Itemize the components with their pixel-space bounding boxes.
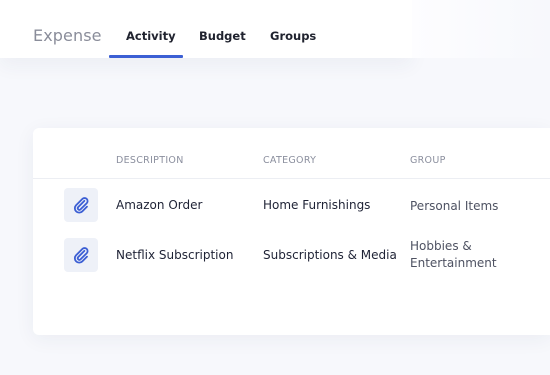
row-description: Netflix Subscription [116, 248, 234, 262]
active-tab-indicator [109, 55, 183, 58]
app-logo: Expense [33, 26, 102, 45]
row-description: Amazon Order [116, 198, 203, 212]
attachment-button[interactable] [64, 188, 98, 222]
column-header-category[interactable]: CATEGORY [263, 155, 316, 166]
header-fade [412, 0, 550, 58]
row-category: Subscriptions & Media [263, 248, 397, 262]
paperclip-icon [73, 197, 89, 214]
row-group: Hobbies & Entertainment [410, 239, 497, 270]
table-row[interactable]: Netflix Subscription Subscriptions & Med… [33, 236, 550, 276]
header-divider [33, 178, 550, 179]
paperclip-icon [73, 247, 89, 264]
tab-budget[interactable]: Budget [199, 29, 246, 43]
column-header-description[interactable]: DESCRIPTION [116, 155, 184, 166]
transactions-card: DESCRIPTION CATEGORY GROUP Amazon Order … [33, 128, 550, 335]
attachment-button[interactable] [64, 238, 98, 272]
row-group: Personal Items [410, 199, 499, 213]
tab-activity[interactable]: Activity [126, 29, 176, 43]
top-nav: Expense Activity Budget Groups [0, 0, 412, 58]
row-category: Home Furnishings [263, 198, 371, 212]
expense-page: Expense Activity Budget Groups DESCRIPTI… [0, 0, 550, 375]
column-header-group[interactable]: GROUP [410, 155, 446, 166]
tab-groups[interactable]: Groups [270, 29, 316, 43]
table-row[interactable]: Amazon Order Home Furnishings Personal I… [33, 186, 550, 226]
